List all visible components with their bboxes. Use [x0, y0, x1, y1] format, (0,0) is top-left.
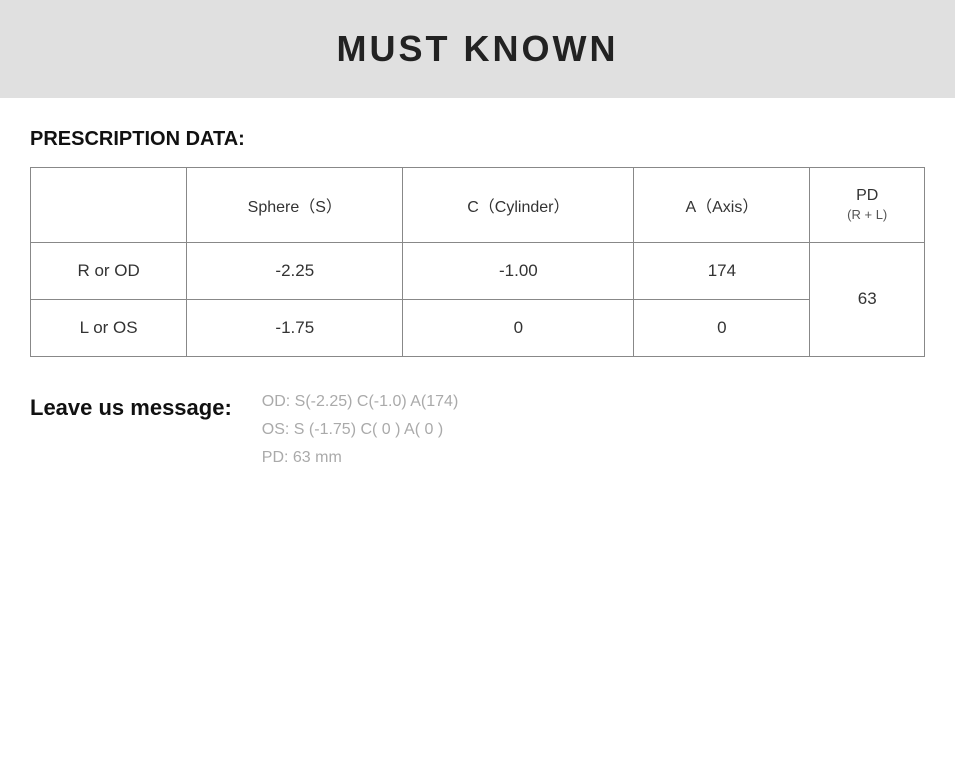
cell-os-cylinder: 0	[403, 299, 634, 356]
cell-os-axis: 0	[634, 299, 810, 356]
row-label-od: R or OD	[31, 242, 187, 299]
cell-pd: 63	[810, 242, 925, 356]
col-header-cylinder: C（Cylinder）	[403, 168, 634, 243]
row-label-os: L or OS	[31, 299, 187, 356]
section-label: PRESCRIPTION DATA:	[30, 128, 925, 151]
cell-od-axis: 174	[634, 242, 810, 299]
cell-os-sphere: -1.75	[187, 299, 403, 356]
leave-message-section: Leave us message: OD: S(-2.25) C(-1.0) A…	[30, 393, 925, 467]
table-row: L or OS -1.75 0 0	[31, 299, 925, 356]
message-line-pd: PD: 63 mm	[262, 449, 459, 467]
page-title: MUST KNOWN	[337, 28, 619, 69]
leave-message-label: Leave us message:	[30, 393, 232, 421]
cell-od-sphere: -2.25	[187, 242, 403, 299]
col-header-pd: PD (R + L)	[810, 168, 925, 243]
table-row: R or OD -2.25 -1.00 174 63	[31, 242, 925, 299]
main-content: PRESCRIPTION DATA: Sphere（S） C（Cylinder）…	[0, 128, 955, 467]
prescription-table: Sphere（S） C（Cylinder） A（Axis） PD (R + L)	[30, 167, 925, 357]
message-lines: OD: S(-2.25) C(-1.0) A(174) OS: S (-1.75…	[262, 393, 459, 467]
table-header-row: Sphere（S） C（Cylinder） A（Axis） PD (R + L)	[31, 168, 925, 243]
col-header-sphere: Sphere（S）	[187, 168, 403, 243]
col-header-axis: A（Axis）	[634, 168, 810, 243]
header-banner: MUST KNOWN	[0, 0, 955, 98]
cell-od-cylinder: -1.00	[403, 242, 634, 299]
col-header-empty	[31, 168, 187, 243]
message-line-od: OD: S(-2.25) C(-1.0) A(174)	[262, 393, 459, 411]
message-line-os: OS: S (-1.75) C( 0 ) A( 0 )	[262, 421, 459, 439]
